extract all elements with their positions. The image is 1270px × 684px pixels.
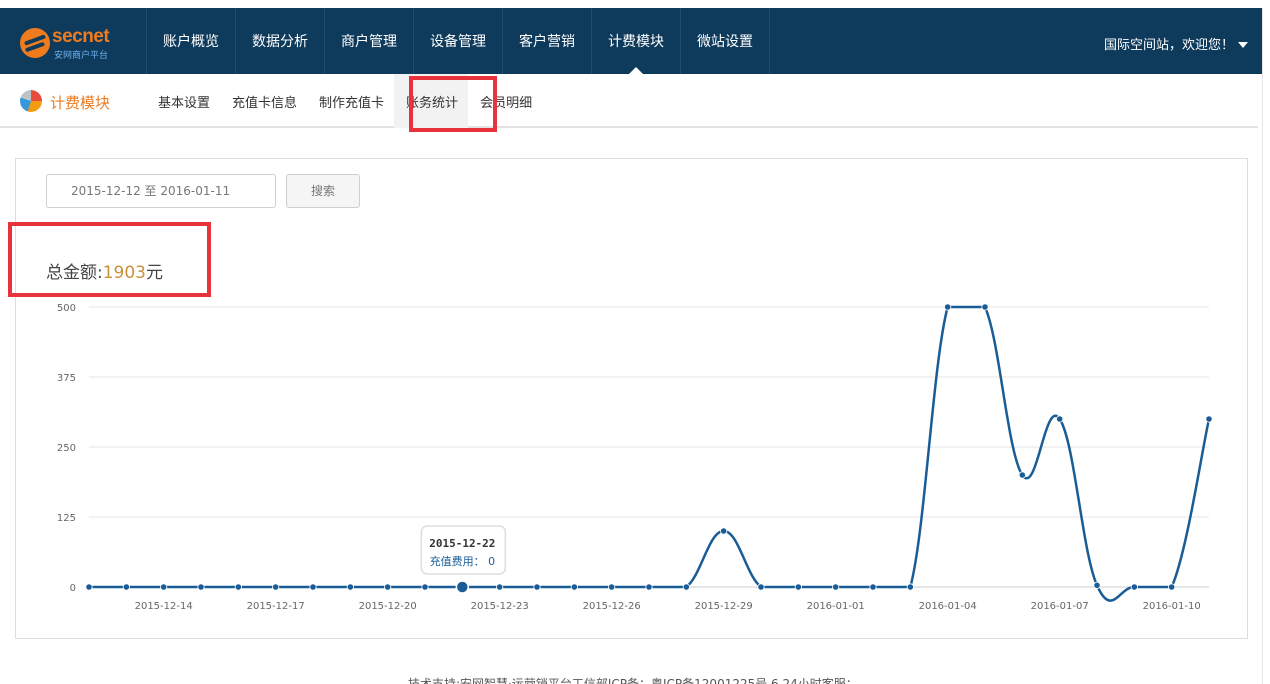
data-point — [496, 583, 504, 591]
x-tick-label: 2016-01-04 — [919, 601, 977, 612]
x-tick-label: 2015-12-20 — [359, 601, 417, 612]
data-point — [197, 583, 205, 591]
data-point — [384, 583, 392, 591]
x-tick-label: 2015-12-26 — [583, 601, 641, 612]
y-tick-label: 125 — [57, 513, 76, 524]
data-point — [1018, 471, 1026, 479]
x-tick-label: 2016-01-01 — [807, 601, 865, 612]
x-tick-label: 2015-12-14 — [135, 601, 193, 612]
x-tick-label: 2015-12-23 — [471, 601, 529, 612]
x-tick-label: 2016-01-07 — [1031, 601, 1089, 612]
highlighted-data-point — [455, 580, 470, 594]
page: secnet 安网商户平台 账户概览 数据分析 商户管理 设备管理 客户营销 计… — [0, 0, 1270, 684]
y-tick-label: 0 — [70, 583, 76, 594]
data-point — [981, 303, 989, 311]
data-point — [421, 583, 429, 591]
y-tick-label: 375 — [57, 373, 76, 384]
y-tick-label: 250 — [57, 443, 76, 454]
series-line — [89, 305, 1211, 602]
data-point — [869, 583, 877, 591]
tooltip-value: 充值费用： 0 — [430, 554, 496, 568]
data-point — [757, 583, 765, 591]
data-point — [720, 527, 728, 535]
data-point — [1093, 581, 1101, 589]
data-point — [1056, 415, 1064, 423]
data-point — [234, 583, 242, 591]
data-point — [160, 583, 168, 591]
billing-line-chart: 0 125 250 375 500 2015-12-14 2015-12-17 2015-12… — [57, 303, 1213, 612]
x-tick-label: 2015-12-17 — [247, 601, 305, 612]
data-point — [272, 583, 280, 591]
data-point — [944, 303, 952, 311]
chart-tooltip: 2015-12-22 充值费用： 0 — [420, 525, 507, 575]
data-point — [832, 583, 840, 591]
tooltip-date: 2015-12-22 — [429, 537, 495, 550]
data-point — [1130, 583, 1138, 591]
data-point — [906, 583, 914, 591]
window-edge — [1262, 8, 1270, 684]
data-point — [570, 583, 578, 591]
footer-text: 技术支持:安网智慧·运营销平台工信部ICP备：粤ICP备12001225号 6 … — [408, 677, 858, 684]
data-point — [309, 583, 317, 591]
data-point — [533, 583, 541, 591]
y-tick-label: 500 — [57, 303, 76, 314]
data-point — [608, 583, 616, 591]
x-tick-label: 2016-01-10 — [1143, 601, 1201, 612]
data-point — [682, 583, 690, 591]
data-point — [794, 583, 802, 591]
data-point — [346, 583, 354, 591]
x-tick-label: 2015-12-29 — [695, 601, 753, 612]
data-point — [85, 583, 93, 591]
data-point — [1205, 415, 1213, 423]
data-point — [1168, 583, 1176, 591]
data-point — [645, 583, 653, 591]
data-point — [122, 583, 130, 591]
